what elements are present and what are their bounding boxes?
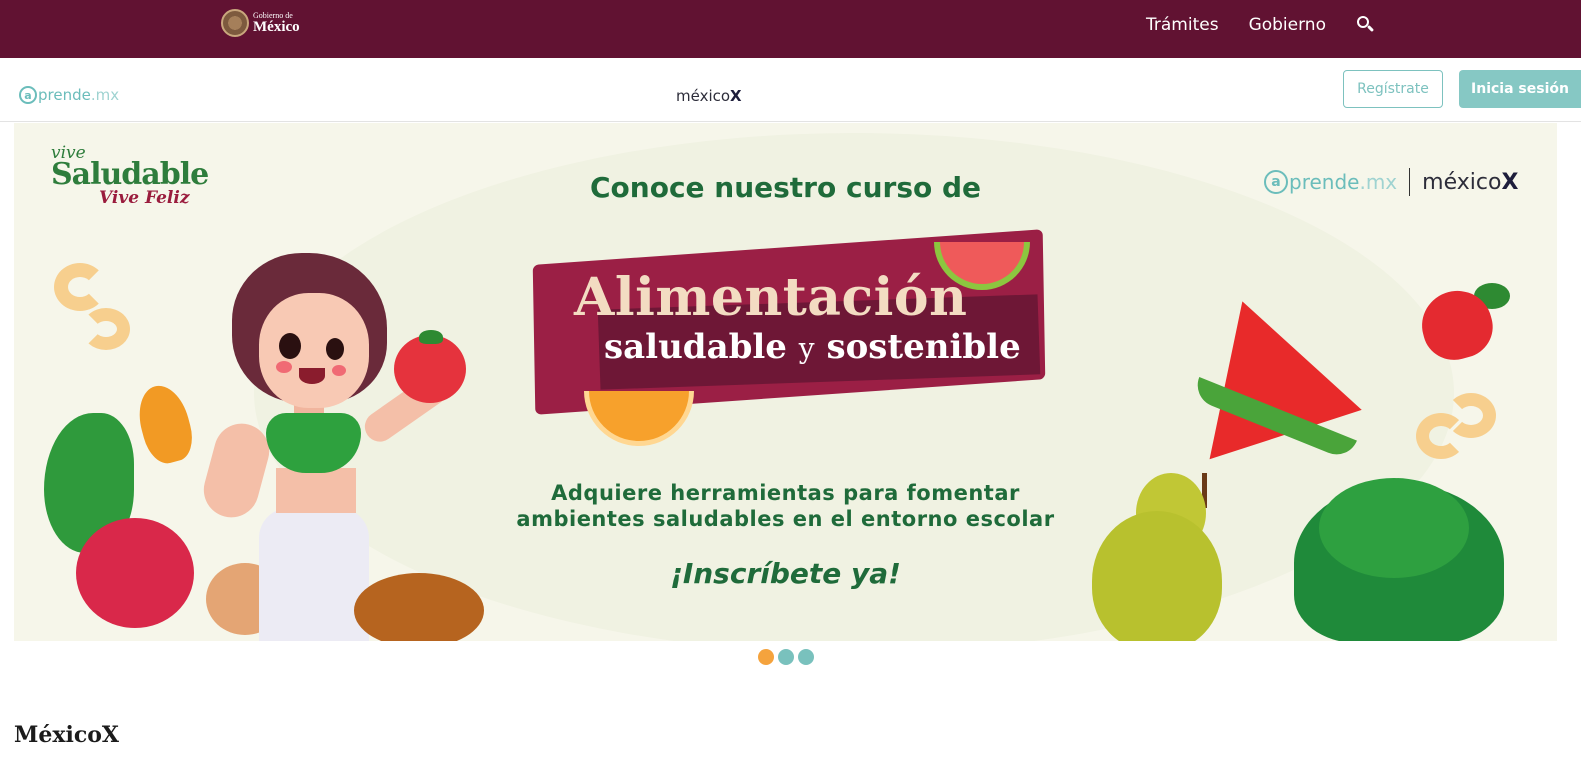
girl-eye-illustration	[326, 338, 344, 360]
aprende-logo-name: prende	[38, 86, 91, 104]
tomato-leaf-illustration	[419, 330, 443, 344]
course-subtitle-a: saludable	[604, 327, 787, 367]
cashew-illustration	[54, 263, 106, 311]
nav-link-gobierno[interactable]: Gobierno	[1249, 15, 1326, 35]
aprende-at-symbol: a	[19, 86, 37, 104]
carousel-dot-3[interactable]	[798, 649, 814, 665]
section-title-mexicox: MéxicoX	[14, 722, 119, 748]
gobierno-de-mexico-logo[interactable]: Gobierno de México	[221, 9, 300, 37]
broccoli-head-illustration	[1319, 478, 1469, 578]
aprende-mx-logo[interactable]: a prende .mx	[19, 86, 119, 104]
mexicox-logo-x: X	[730, 87, 742, 105]
pear-illustration	[1092, 511, 1222, 641]
gob-logo-big-text: México	[253, 18, 300, 35]
tomato-illustration	[394, 335, 466, 403]
carousel-indicators	[758, 649, 814, 665]
mexicox-logo[interactable]: méxicoX	[676, 87, 742, 105]
course-subtitle-b: sostenible	[826, 327, 1021, 367]
gov-nav: Trámites Gobierno	[1146, 15, 1376, 35]
cashew-illustration	[82, 308, 130, 350]
carrot-illustration	[131, 380, 199, 468]
girl-eye-illustration	[279, 333, 301, 359]
mexico-seal-icon	[221, 9, 249, 37]
course-subtitle-y: y	[798, 332, 815, 365]
banner-description-line1: Adquiere herramientas para fomentar	[551, 481, 1020, 505]
girl-cheek-illustration	[276, 361, 292, 373]
cashew-illustration	[1446, 393, 1496, 438]
hero-banner[interactable]: vive Saludable Vive Feliz a prende .mx m…	[14, 123, 1557, 641]
login-button[interactable]: Inicia sesión	[1459, 70, 1581, 108]
search-icon[interactable]	[1356, 15, 1376, 35]
course-title: Alimentación	[574, 267, 968, 328]
girl-cheek-illustration	[332, 365, 346, 376]
nav-link-tramites[interactable]: Trámites	[1146, 15, 1219, 35]
aprende-logo-tld: .mx	[90, 86, 120, 104]
register-button[interactable]: Regístrate	[1343, 70, 1443, 108]
girl-mouth-illustration	[299, 368, 325, 384]
mexicox-logo-text: méxico	[676, 87, 731, 105]
government-top-bar: Gobierno de México Trámites Gobierno	[0, 0, 1581, 58]
course-subtitle: saludable y sostenible	[604, 327, 1021, 367]
banner-intro-text: Conoce nuestro curso de	[589, 171, 981, 204]
carousel-dot-1[interactable]	[758, 649, 774, 665]
girl-face-illustration	[259, 293, 369, 408]
carousel-dot-2[interactable]	[778, 649, 794, 665]
